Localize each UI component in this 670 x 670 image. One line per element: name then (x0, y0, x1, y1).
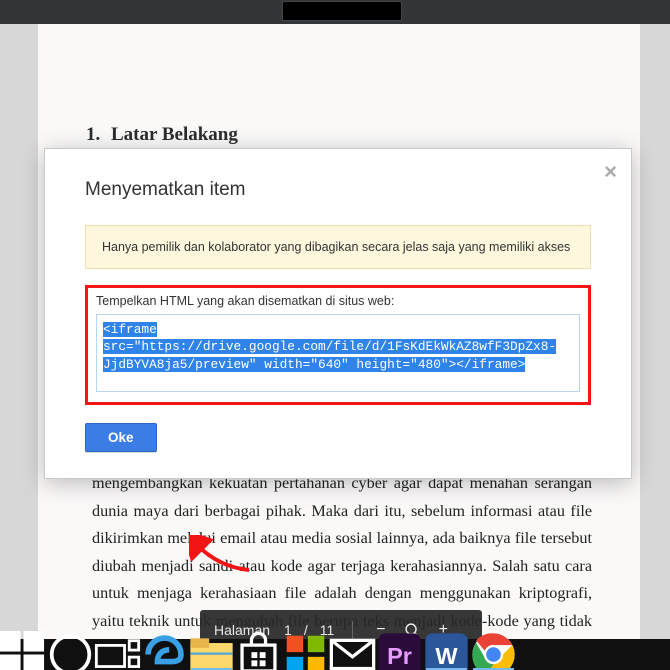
open-with-chip[interactable] (282, 1, 402, 21)
taskview-button[interactable] (94, 639, 141, 670)
access-warning: Hanya pemilik dan kolaborator yang dibag… (85, 225, 591, 269)
ok-button[interactable]: Oke (85, 423, 157, 452)
heading-1: 1. Latar Belakang (86, 124, 592, 146)
modal-title: Menyematkan item (85, 179, 591, 201)
viewer-top-bar (0, 0, 670, 24)
embed-highlight-frame: Tempelkan HTML yang akan disematkan di s… (85, 285, 591, 405)
svg-text:W: W (435, 643, 458, 669)
embed-textarea[interactable]: <iframe src="https://drive.google.com/fi… (96, 314, 580, 392)
premiere-button[interactable]: Pr (376, 639, 423, 670)
embed-code-line2: JjdBYVA8ja5/preview" width="640" height=… (103, 357, 525, 372)
svg-text:Pr: Pr (387, 643, 412, 669)
start-button[interactable] (0, 639, 47, 670)
mail-button[interactable] (329, 639, 376, 670)
embed-label: Tempelkan HTML yang akan disematkan di s… (96, 294, 580, 308)
word-button[interactable]: W (423, 639, 470, 670)
heading-number: 1. (86, 124, 100, 145)
gift-button[interactable] (282, 639, 329, 670)
chrome-button[interactable] (470, 639, 517, 670)
edge-button[interactable] (141, 639, 188, 670)
close-button[interactable]: × (604, 159, 617, 185)
embed-code[interactable]: <iframe src="https://drive.google.com/fi… (103, 321, 573, 373)
heading-text: Latar Belakang (111, 124, 238, 145)
file-explorer-button[interactable] (188, 639, 235, 670)
windows-taskbar: Pr W (0, 639, 670, 670)
embed-modal: × Menyematkan item Hanya pemilik dan kol… (44, 148, 632, 479)
cortana-button[interactable] (47, 639, 94, 670)
embed-code-line1: <iframe src="https://drive.google.com/fi… (103, 322, 556, 354)
store-button[interactable] (235, 639, 282, 670)
